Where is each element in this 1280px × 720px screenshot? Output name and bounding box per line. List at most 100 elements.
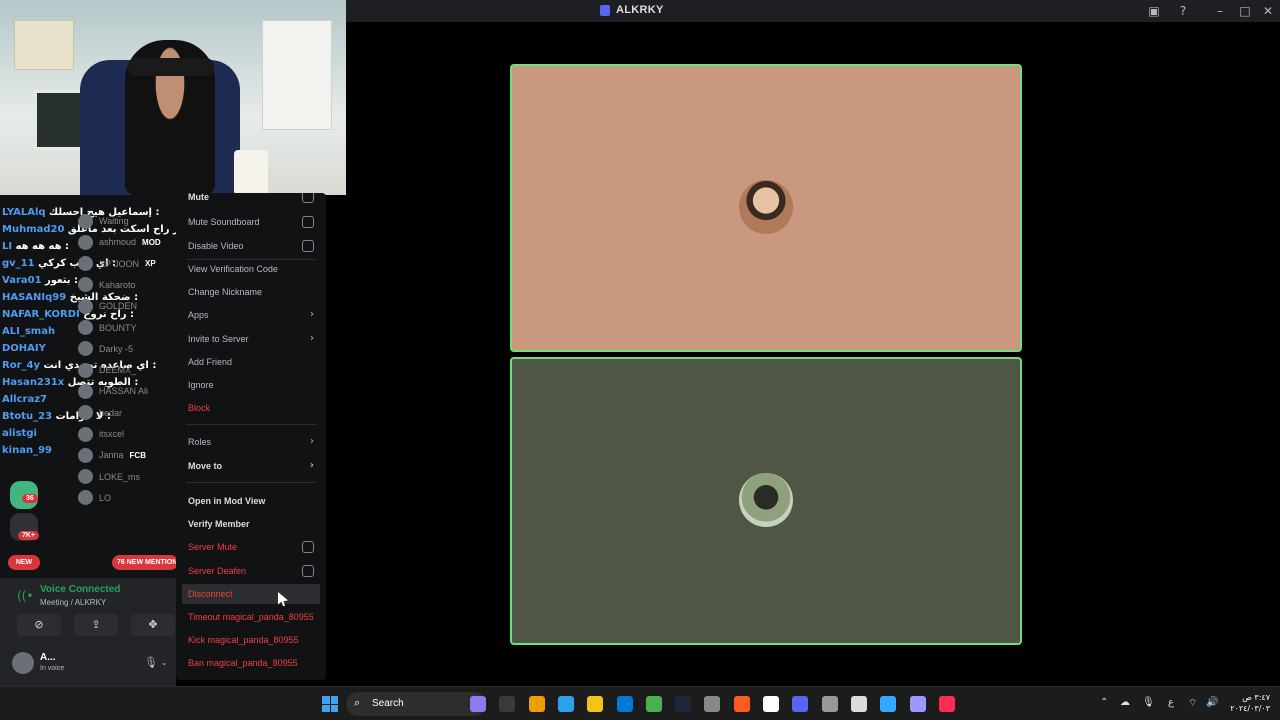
cloud-icon[interactable]: ☁ <box>1120 697 1130 708</box>
menu-item-server-deafen[interactable]: Server Deafen <box>182 561 320 581</box>
menu-item-invite-to-server[interactable]: Invite to Server › <box>182 329 320 349</box>
chat-username: Vara01 <box>2 275 42 286</box>
menu-item-disconnect[interactable]: Disconnect <box>182 584 320 604</box>
photoshop-icon[interactable] <box>880 696 897 712</box>
checkbox[interactable] <box>302 193 314 203</box>
menu-item-block[interactable]: Block <box>182 398 320 418</box>
new-mentions-pill[interactable]: 76 NEW MENTION <box>112 555 176 570</box>
menu-item-mute-soundboard[interactable]: Mute Soundboard <box>182 212 320 232</box>
settings-icon[interactable] <box>704 696 721 712</box>
search-label: Search <box>372 698 404 709</box>
clock[interactable]: ٣:٤٧ ص ٢٠٢٤/٠٣/٠٣ <box>1230 692 1270 714</box>
wifi-icon[interactable]: ⌔ <box>1188 697 1197 710</box>
language-indicator[interactable]: ع <box>1168 697 1174 708</box>
minimize-icon[interactable]: – <box>1212 3 1228 19</box>
checkbox[interactable] <box>302 541 314 553</box>
store-icon[interactable] <box>587 696 604 712</box>
avatar <box>78 383 93 399</box>
screen-share-icon[interactable]: ⇪ <box>74 614 118 636</box>
activities-icon[interactable]: ✥ <box>131 614 175 636</box>
voice-member[interactable]: Darky -5 <box>78 339 133 359</box>
voice-member[interactable]: hedar <box>78 403 122 423</box>
voice-member[interactable]: ashmoud MOD <box>78 232 161 252</box>
voice-member[interactable]: DEEMX_ <box>78 360 136 380</box>
menu-item-disable-video[interactable]: Disable Video <box>182 236 320 256</box>
video-tile[interactable] <box>510 64 1022 352</box>
obs-icon[interactable] <box>821 696 838 712</box>
photos-icon[interactable] <box>616 696 633 712</box>
voice-member[interactable]: LOKE_ms <box>78 467 140 487</box>
menu-item-kick[interactable]: Kick magical_panda_80955 <box>182 630 320 650</box>
snipping-icon[interactable] <box>850 696 867 712</box>
brave-icon[interactable] <box>733 696 750 712</box>
signal-icon[interactable]: ((• <box>17 589 33 603</box>
steam-icon[interactable] <box>675 696 692 712</box>
avatar <box>78 298 93 314</box>
menu-item-change-nickname[interactable]: Change Nickname <box>182 282 320 302</box>
help-icon[interactable]: ? <box>1175 3 1191 19</box>
voice-member[interactable]: Janna FCB <box>78 445 146 465</box>
menu-item-move-to[interactable]: Move to › <box>182 456 320 476</box>
menu-item-apps[interactable]: Apps › <box>182 305 320 325</box>
wall-frame <box>14 20 74 70</box>
chevron-up-icon[interactable]: ⌃ <box>1100 697 1108 708</box>
menu-item-mute[interactable]: Mute <box>182 193 320 207</box>
user-status: In voice <box>40 665 65 672</box>
voice-member[interactable]: itsxcel <box>78 424 124 444</box>
chevron-down-icon[interactable]: ⌄ <box>161 658 168 667</box>
menu-label: Mute <box>188 193 209 202</box>
voice-member[interactable]: HASSAN Ali <box>78 381 148 401</box>
video-tile[interactable] <box>510 357 1022 645</box>
maximize-icon[interactable]: □ <box>1237 3 1253 19</box>
windows-start-icon[interactable] <box>322 696 338 712</box>
clock-time: ٣:٤٧ ص <box>1242 693 1270 702</box>
inbox-icon[interactable]: ▣ <box>1146 3 1162 19</box>
file-explorer-icon[interactable] <box>528 696 545 712</box>
tiktok-icon[interactable] <box>938 696 955 712</box>
edge-icon[interactable] <box>557 696 574 712</box>
checkbox[interactable] <box>302 240 314 252</box>
chat-username: LI <box>2 241 13 252</box>
voice-member[interactable]: BOUNTY <box>78 318 137 338</box>
avatar[interactable] <box>12 652 34 674</box>
task-view-icon[interactable] <box>499 696 516 712</box>
member-name: HASSAN Ali <box>99 386 149 397</box>
menu-item-roles[interactable]: Roles › <box>182 432 320 452</box>
menu-item-ignore[interactable]: Ignore <box>182 375 320 395</box>
unread-badge: 36 <box>22 494 38 503</box>
divider <box>186 482 316 483</box>
voice-member[interactable]: Waiting <box>78 211 129 231</box>
copilot-icon[interactable] <box>470 696 486 712</box>
menu-item-view-verification-code[interactable]: View Verification Code <box>182 259 320 279</box>
discord-icon[interactable] <box>792 696 809 712</box>
voice-channel[interactable]: Meeting / ALKRKY <box>40 598 106 607</box>
avatar <box>78 320 93 335</box>
premiere-icon[interactable] <box>909 696 926 712</box>
taskbar-search[interactable]: ⌕ Search <box>346 692 486 716</box>
volume-icon[interactable]: 🔊 <box>1206 697 1218 708</box>
chrome-icon[interactable] <box>645 696 662 712</box>
menu-item-timeout[interactable]: Timeout magical_panda_80955 <box>182 607 320 627</box>
voice-member[interactable]: Kaharoto <box>78 275 136 295</box>
member-tag: XP <box>145 259 156 269</box>
voice-member[interactable]: XP`JOON XP <box>78 254 156 274</box>
capcut-icon[interactable] <box>763 696 779 712</box>
divider <box>186 424 316 425</box>
voice-member[interactable]: LO <box>78 488 111 508</box>
camera-off-icon[interactable]: ⊘ <box>17 614 61 636</box>
checkbox[interactable] <box>302 565 314 577</box>
menu-item-server-mute[interactable]: Server Mute <box>182 537 320 557</box>
checkbox[interactable] <box>302 216 314 228</box>
menu-item-add-friend[interactable]: Add Friend <box>182 352 320 372</box>
webcam-overlay <box>0 0 346 195</box>
new-pill[interactable]: NEW <box>8 555 40 570</box>
voice-member[interactable]: GOLDEN <box>78 296 137 316</box>
microphone-icon[interactable]: 🎙 <box>1142 697 1155 708</box>
menu-item-open-in-mod-view[interactable]: Open in Mod View <box>182 491 320 511</box>
close-icon[interactable]: ✕ <box>1260 3 1276 19</box>
chat-line: Allcraz7 <box>2 394 47 410</box>
microphone-icon[interactable]: 🎙 <box>144 656 158 669</box>
menu-item-verify-member[interactable]: Verify Member <box>182 514 320 534</box>
chat-username: HASANIq99 <box>2 292 67 303</box>
menu-item-ban[interactable]: Ban magical_panda_80955 <box>182 653 320 673</box>
